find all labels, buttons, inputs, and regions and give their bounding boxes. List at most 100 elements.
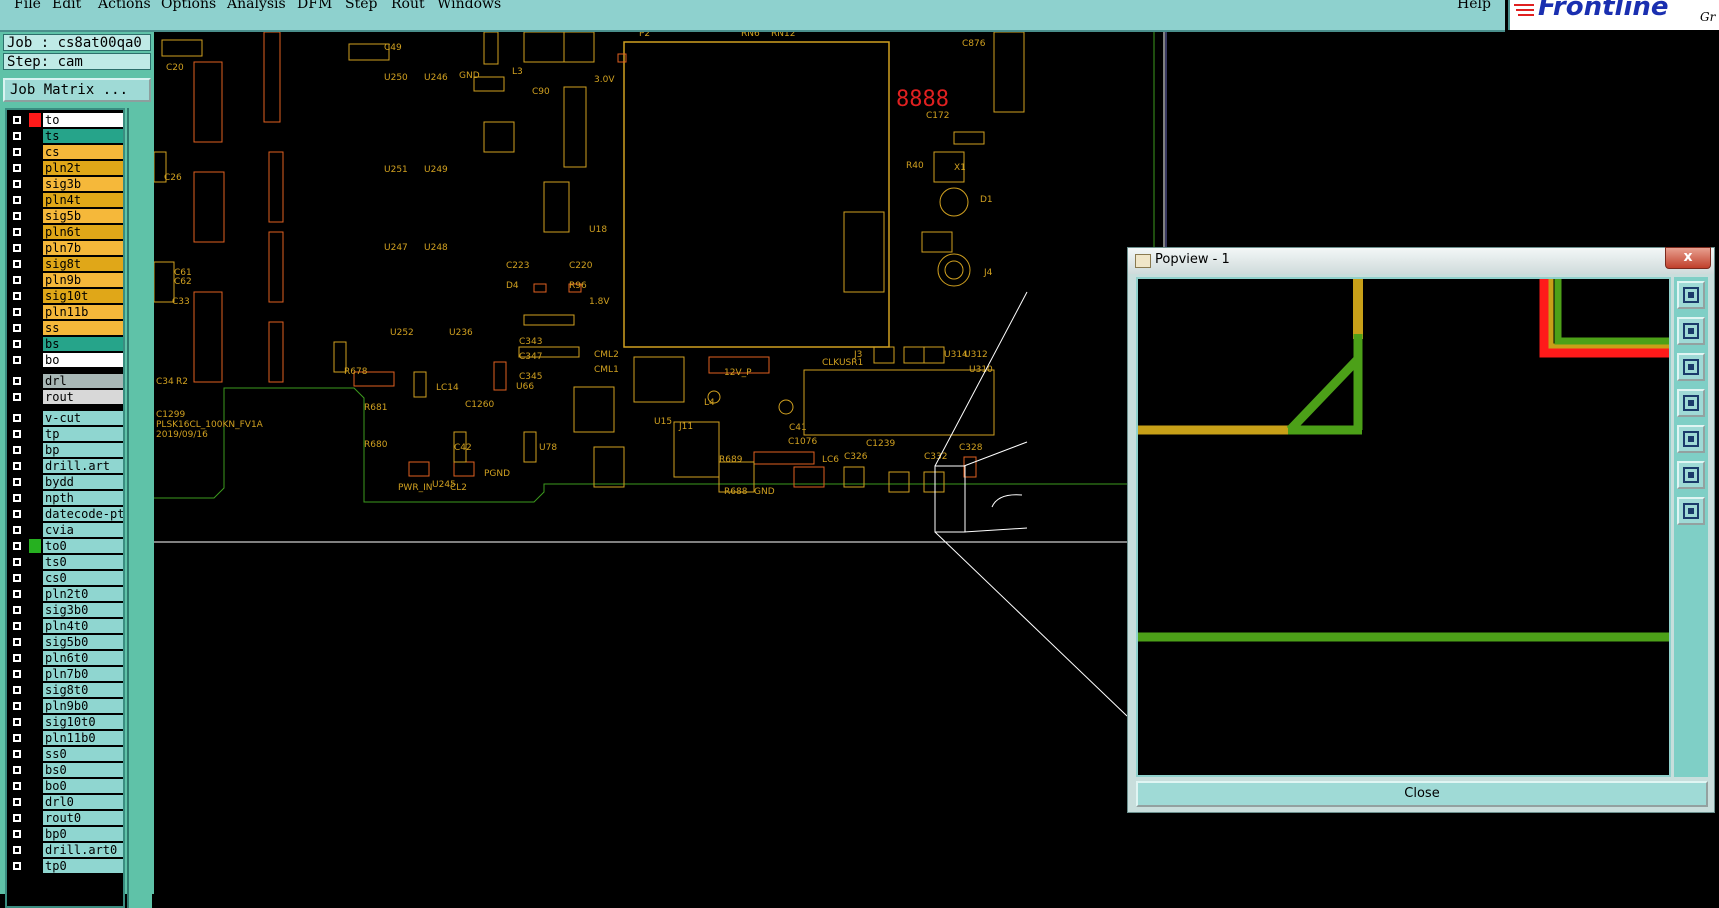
layer-checkbox[interactable] <box>12 493 22 503</box>
layer-name[interactable]: pln4t0 <box>43 619 123 633</box>
layer-name[interactable]: pln7b0 <box>43 667 123 681</box>
layer-row[interactable]: sig3b <box>7 176 123 192</box>
layer-row[interactable]: pln2t0 <box>7 586 123 602</box>
layer-row[interactable]: tp0 <box>7 858 123 874</box>
move-up-icon[interactable] <box>1677 317 1705 345</box>
layer-name[interactable]: to0 <box>43 539 123 553</box>
layer-checkbox[interactable] <box>12 131 22 141</box>
layer-color-swatch[interactable] <box>29 523 41 537</box>
layer-checkbox[interactable] <box>12 557 22 567</box>
layer-color-swatch[interactable] <box>29 635 41 649</box>
job-matrix-button[interactable]: Job Matrix ... <box>3 78 151 102</box>
layer-color-swatch[interactable] <box>29 443 41 457</box>
layer-name[interactable]: v-cut <box>43 411 123 425</box>
layer-row[interactable]: pln6t <box>7 224 123 240</box>
menu-step[interactable]: Step <box>345 0 377 12</box>
layer-list-scrollbar[interactable] <box>127 108 152 908</box>
layer-checkbox[interactable] <box>12 781 22 791</box>
layer-row[interactable]: datecode-ptc <box>7 506 123 522</box>
layer-checkbox[interactable] <box>12 733 22 743</box>
layer-row[interactable]: sig8t <box>7 256 123 272</box>
layer-checkbox[interactable] <box>12 509 22 519</box>
layer-checkbox[interactable] <box>12 445 22 455</box>
layer-color-swatch[interactable] <box>29 113 41 127</box>
layer-color-swatch[interactable] <box>29 555 41 569</box>
window-close-button[interactable]: x <box>1665 247 1711 269</box>
layer-checkbox[interactable] <box>12 829 22 839</box>
layer-name[interactable]: sig10t <box>43 289 123 303</box>
layer-color-swatch[interactable] <box>29 129 41 143</box>
layer-row[interactable]: sig10t <box>7 288 123 304</box>
layer-color-swatch[interactable] <box>29 715 41 729</box>
menu-help[interactable]: Help <box>1457 0 1491 12</box>
layer-color-swatch[interactable] <box>29 587 41 601</box>
layer-checkbox[interactable] <box>12 589 22 599</box>
layer-color-swatch[interactable] <box>29 619 41 633</box>
layer-checkbox[interactable] <box>12 653 22 663</box>
layer-row[interactable]: cs0 <box>7 570 123 586</box>
layer-row[interactable]: pln6t0 <box>7 650 123 666</box>
layer-checkbox[interactable] <box>12 307 22 317</box>
layer-color-swatch[interactable] <box>29 795 41 809</box>
layer-name[interactable]: bo0 <box>43 779 123 793</box>
layer-name[interactable]: tp0 <box>43 859 123 873</box>
layer-row[interactable]: pln11b <box>7 304 123 320</box>
layer-row[interactable]: drill.art0 <box>7 842 123 858</box>
popview-titlebar[interactable]: Popview - 1 x <box>1128 247 1714 274</box>
layer-name[interactable]: cvia <box>43 523 123 537</box>
layer-row[interactable]: bp <box>7 442 123 458</box>
layer-name[interactable]: bo <box>43 353 123 367</box>
layer-name[interactable]: ts0 <box>43 555 123 569</box>
layer-checkbox[interactable] <box>12 749 22 759</box>
layer-checkbox[interactable] <box>12 477 22 487</box>
layer-name[interactable]: drill.art0 <box>43 843 123 857</box>
layer-name[interactable]: pln9b <box>43 273 123 287</box>
menu-analysis[interactable]: Analysis <box>227 0 286 12</box>
layer-name[interactable]: npth <box>43 491 123 505</box>
layer-color-swatch[interactable] <box>29 177 41 191</box>
layer-color-swatch[interactable] <box>29 289 41 303</box>
layer-checkbox[interactable] <box>12 461 22 471</box>
menu-actions[interactable]: Actions <box>98 0 151 12</box>
layer-checkbox[interactable] <box>12 845 22 855</box>
layer-name[interactable]: sig3b <box>43 177 123 191</box>
layer-name[interactable]: drl0 <box>43 795 123 809</box>
layer-checkbox[interactable] <box>12 259 22 269</box>
layer-color-swatch[interactable] <box>29 683 41 697</box>
layer-checkbox[interactable] <box>12 413 22 423</box>
layer-color-swatch[interactable] <box>29 374 41 388</box>
layer-name[interactable]: sig3b0 <box>43 603 123 617</box>
layer-color-swatch[interactable] <box>29 193 41 207</box>
layer-color-swatch[interactable] <box>29 337 41 351</box>
layer-checkbox[interactable] <box>12 685 22 695</box>
layer-checkbox[interactable] <box>12 275 22 285</box>
layer-row[interactable]: pln7b <box>7 240 123 256</box>
layer-checkbox[interactable] <box>12 355 22 365</box>
layer-row[interactable]: v-cut <box>7 410 123 426</box>
menu-dfm[interactable]: DFM <box>297 0 332 12</box>
layer-checkbox[interactable] <box>12 605 22 615</box>
layer-color-swatch[interactable] <box>29 859 41 873</box>
layer-color-swatch[interactable] <box>29 145 41 159</box>
layer-color-swatch[interactable] <box>29 305 41 319</box>
layer-color-swatch[interactable] <box>29 257 41 271</box>
layer-row[interactable]: sig3b0 <box>7 602 123 618</box>
layer-row[interactable]: to0 <box>7 538 123 554</box>
layer-name[interactable]: bydd <box>43 475 123 489</box>
layer-name[interactable]: pln6t0 <box>43 651 123 665</box>
layer-name[interactable]: rout0 <box>43 811 123 825</box>
layer-row[interactable]: pln4t0 <box>7 618 123 634</box>
layer-checkbox[interactable] <box>12 147 22 157</box>
layer-color-swatch[interactable] <box>29 411 41 425</box>
layer-color-swatch[interactable] <box>29 811 41 825</box>
layer-name[interactable]: pln4t <box>43 193 123 207</box>
layer-checkbox[interactable] <box>12 179 22 189</box>
layer-name[interactable]: ss0 <box>43 747 123 761</box>
layer-color-swatch[interactable] <box>29 827 41 841</box>
layer-row[interactable]: ts <box>7 128 123 144</box>
layer-checkbox[interactable] <box>12 227 22 237</box>
popview-zoomed-view[interactable] <box>1136 277 1671 777</box>
layer-checkbox[interactable] <box>12 291 22 301</box>
move-left-icon[interactable] <box>1677 389 1705 417</box>
zoom-out-icon[interactable] <box>1677 497 1705 525</box>
